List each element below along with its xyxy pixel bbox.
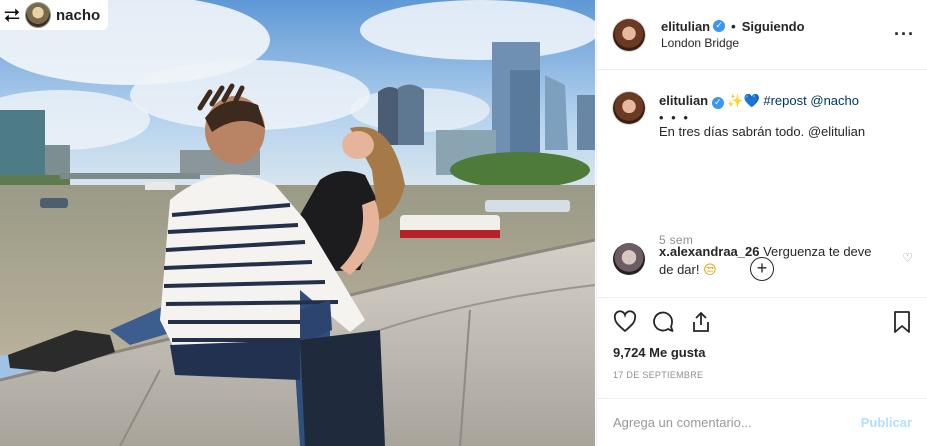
more-options-icon[interactable]: ···: [894, 24, 915, 45]
share-icon[interactable]: [689, 310, 713, 334]
post-location[interactable]: London Bridge: [661, 35, 805, 52]
caption-text: En tres días sabrán todo. @elitulian: [659, 124, 866, 139]
caption-mention[interactable]: @nacho: [810, 93, 859, 108]
action-bar: [613, 310, 913, 336]
photo-illustration: [0, 0, 595, 446]
repost-avatar: [25, 2, 51, 28]
repost-username[interactable]: nacho: [56, 7, 100, 24]
following-button[interactable]: Siguiendo: [742, 18, 805, 35]
author-avatar[interactable]: [613, 18, 645, 51]
comment-icon[interactable]: [651, 310, 675, 334]
unamused-emoji: 😒: [703, 263, 717, 278]
post-date: 17 DE SEPTIEMBRE: [613, 370, 704, 380]
repost-icon: ⮂: [4, 3, 20, 27]
verified-badge-icon: ✓: [713, 20, 726, 32]
blue-heart-emoji: 💙: [743, 94, 760, 109]
author-username[interactable]: elitulian: [661, 18, 710, 35]
caption-username[interactable]: elitulian: [659, 93, 708, 108]
comment-item: x.alexandraa_26 Verguenza te deve de dar…: [613, 243, 913, 280]
like-count[interactable]: 9,724 Me gusta: [613, 345, 706, 360]
bookmark-icon[interactable]: [890, 310, 914, 334]
verified-badge-icon: ✓: [711, 97, 724, 109]
post-photo[interactable]: ⮂ nacho: [0, 0, 595, 446]
repost-tag[interactable]: ⮂ nacho: [0, 0, 109, 30]
add-comment-bar: Publicar: [597, 398, 927, 446]
commenter-avatar[interactable]: [613, 243, 645, 275]
caption-avatar[interactable]: [613, 92, 645, 124]
sparkles-emoji: ✨: [727, 94, 744, 109]
post-side-panel: elitulian ✓ • Siguiendo London Bridge ··…: [596, 0, 927, 446]
comment-input[interactable]: [613, 415, 861, 430]
caption-hashtag[interactable]: #repost: [763, 93, 806, 108]
heart-outline-icon[interactable]: ♡: [902, 251, 913, 265]
commenter-username[interactable]: x.alexandraa_26: [659, 244, 759, 259]
header-separator: •: [731, 18, 736, 34]
publish-button[interactable]: Publicar: [861, 415, 912, 430]
caption-more-dots: • • •: [659, 110, 690, 125]
heart-icon[interactable]: [613, 310, 637, 334]
post-header: elitulian ✓ • Siguiendo London Bridge ··…: [597, 0, 927, 70]
caption: elitulian ✓ ✨💙 #repost @nacho • • • En t…: [613, 92, 913, 141]
